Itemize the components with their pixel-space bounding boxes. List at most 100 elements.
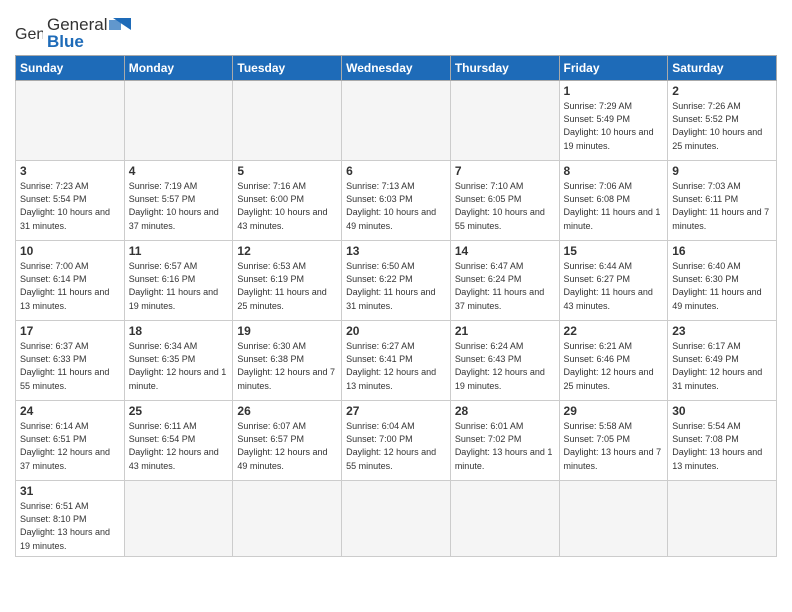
weekday-header-tuesday: Tuesday bbox=[233, 56, 342, 81]
day-info: Sunrise: 7:23 AM Sunset: 5:54 PM Dayligh… bbox=[20, 180, 120, 232]
day-info: Sunrise: 7:00 AM Sunset: 6:14 PM Dayligh… bbox=[20, 260, 120, 312]
day-number: 9 bbox=[672, 164, 772, 178]
calendar-cell: 2 Sunrise: 7:26 AM Sunset: 5:52 PM Daylig… bbox=[668, 81, 777, 161]
calendar-cell: 17 Sunrise: 6:37 AM Sunset: 6:33 PM Dayli… bbox=[16, 321, 125, 401]
calendar-week-row: 17 Sunrise: 6:37 AM Sunset: 6:33 PM Dayli… bbox=[16, 321, 777, 401]
day-info: Sunrise: 6:04 AM Sunset: 7:00 PM Dayligh… bbox=[346, 420, 446, 472]
day-number: 16 bbox=[672, 244, 772, 258]
calendar-cell: 22Sunrise: 6:21 AM Sunset: 6:46 PM Dayli… bbox=[559, 321, 668, 401]
day-number: 17 bbox=[20, 324, 120, 338]
calendar-table: SundayMondayTuesdayWednesdayThursdayFrid… bbox=[15, 55, 777, 556]
day-number: 18 bbox=[129, 324, 229, 338]
calendar-cell: 11 Sunrise: 6:57 AM Sunset: 6:16 PM Dayli… bbox=[124, 241, 233, 321]
day-info: Sunrise: 7:19 AM Sunset: 5:57 PM Dayligh… bbox=[129, 180, 229, 232]
day-info: Sunrise: 6:11 AM Sunset: 6:54 PM Dayligh… bbox=[129, 420, 229, 472]
day-info: Sunrise: 6:34 AM Sunset: 6:35 PM Dayligh… bbox=[129, 340, 229, 392]
calendar-cell bbox=[450, 81, 559, 161]
calendar-week-row: 24Sunrise: 6:14 AM Sunset: 6:51 PM Dayli… bbox=[16, 401, 777, 481]
day-number: 8 bbox=[564, 164, 664, 178]
day-info: Sunrise: 6:57 AM Sunset: 6:16 PM Dayligh… bbox=[129, 260, 229, 312]
calendar-cell: 28Sunrise: 6:01 AM Sunset: 7:02 PM Dayli… bbox=[450, 401, 559, 481]
logo: General General Blue bbox=[15, 16, 131, 51]
calendar-cell: 21Sunrise: 6:24 AM Sunset: 6:43 PM Dayli… bbox=[450, 321, 559, 401]
calendar-cell: 10 Sunrise: 7:00 AM Sunset: 6:14 PM Dayli… bbox=[16, 241, 125, 321]
calendar-cell bbox=[124, 81, 233, 161]
day-number: 21 bbox=[455, 324, 555, 338]
day-number: 10 bbox=[20, 244, 120, 258]
logo-icon: General bbox=[15, 23, 43, 45]
calendar-cell bbox=[450, 481, 559, 556]
day-number: 23 bbox=[672, 324, 772, 338]
day-info: Sunrise: 7:29 AM Sunset: 5:49 PM Dayligh… bbox=[564, 100, 664, 152]
weekday-header-monday: Monday bbox=[124, 56, 233, 81]
day-number: 4 bbox=[129, 164, 229, 178]
day-info: Sunrise: 6:07 AM Sunset: 6:57 PM Dayligh… bbox=[237, 420, 337, 472]
calendar-cell bbox=[16, 81, 125, 161]
calendar-cell: 23Sunrise: 6:17 AM Sunset: 6:49 PM Dayli… bbox=[668, 321, 777, 401]
calendar-cell: 1 Sunrise: 7:29 AM Sunset: 5:49 PM Daylig… bbox=[559, 81, 668, 161]
day-number: 11 bbox=[129, 244, 229, 258]
weekday-header-row: SundayMondayTuesdayWednesdayThursdayFrid… bbox=[16, 56, 777, 81]
calendar-cell bbox=[668, 481, 777, 556]
blue-triangle-icon bbox=[109, 16, 131, 34]
day-info: Sunrise: 7:16 AM Sunset: 6:00 PM Dayligh… bbox=[237, 180, 337, 232]
day-info: Sunrise: 6:44 AM Sunset: 6:27 PM Dayligh… bbox=[564, 260, 664, 312]
weekday-header-friday: Friday bbox=[559, 56, 668, 81]
day-number: 13 bbox=[346, 244, 446, 258]
day-number: 1 bbox=[564, 84, 664, 98]
day-number: 12 bbox=[237, 244, 337, 258]
calendar-cell: 29Sunrise: 5:58 AM Sunset: 7:05 PM Dayli… bbox=[559, 401, 668, 481]
day-info: Sunrise: 6:01 AM Sunset: 7:02 PM Dayligh… bbox=[455, 420, 555, 472]
day-number: 2 bbox=[672, 84, 772, 98]
weekday-header-sunday: Sunday bbox=[16, 56, 125, 81]
day-info: Sunrise: 6:40 AM Sunset: 6:30 PM Dayligh… bbox=[672, 260, 772, 312]
day-info: Sunrise: 6:27 AM Sunset: 6:41 PM Dayligh… bbox=[346, 340, 446, 392]
day-number: 5 bbox=[237, 164, 337, 178]
calendar-cell: 19Sunrise: 6:30 AM Sunset: 6:38 PM Dayli… bbox=[233, 321, 342, 401]
day-number: 27 bbox=[346, 404, 446, 418]
calendar-cell: 5 Sunrise: 7:16 AM Sunset: 6:00 PM Daylig… bbox=[233, 161, 342, 241]
day-number: 6 bbox=[346, 164, 446, 178]
calendar-week-row: 31Sunrise: 6:51 AM Sunset: 8:10 PM Dayli… bbox=[16, 481, 777, 556]
calendar-cell: 26 Sunrise: 6:07 AM Sunset: 6:57 PM Dayli… bbox=[233, 401, 342, 481]
day-info: Sunrise: 7:03 AM Sunset: 6:11 PM Dayligh… bbox=[672, 180, 772, 232]
calendar-cell: 16 Sunrise: 6:40 AM Sunset: 6:30 PM Dayli… bbox=[668, 241, 777, 321]
day-number: 29 bbox=[564, 404, 664, 418]
svg-text:General: General bbox=[15, 26, 43, 43]
calendar-cell bbox=[233, 81, 342, 161]
day-info: Sunrise: 6:50 AM Sunset: 6:22 PM Dayligh… bbox=[346, 260, 446, 312]
day-number: 30 bbox=[672, 404, 772, 418]
day-number: 25 bbox=[129, 404, 229, 418]
day-number: 24 bbox=[20, 404, 120, 418]
day-number: 7 bbox=[455, 164, 555, 178]
day-info: Sunrise: 5:54 AM Sunset: 7:08 PM Dayligh… bbox=[672, 420, 772, 472]
calendar-cell: 30 Sunrise: 5:54 AM Sunset: 7:08 PM Dayli… bbox=[668, 401, 777, 481]
calendar-cell: 7Sunrise: 7:10 AM Sunset: 6:05 PM Daylig… bbox=[450, 161, 559, 241]
calendar-cell: 6 Sunrise: 7:13 AM Sunset: 6:03 PM Daylig… bbox=[342, 161, 451, 241]
calendar-cell: 14Sunrise: 6:47 AM Sunset: 6:24 PM Dayli… bbox=[450, 241, 559, 321]
weekday-header-saturday: Saturday bbox=[668, 56, 777, 81]
calendar-cell bbox=[342, 81, 451, 161]
day-number: 26 bbox=[237, 404, 337, 418]
day-info: Sunrise: 6:21 AM Sunset: 6:46 PM Dayligh… bbox=[564, 340, 664, 392]
day-number: 31 bbox=[20, 484, 120, 498]
day-info: Sunrise: 7:26 AM Sunset: 5:52 PM Dayligh… bbox=[672, 100, 772, 152]
header: General General Blue bbox=[15, 10, 777, 51]
calendar-week-row: 1 Sunrise: 7:29 AM Sunset: 5:49 PM Daylig… bbox=[16, 81, 777, 161]
day-number: 3 bbox=[20, 164, 120, 178]
calendar-cell: 4 Sunrise: 7:19 AM Sunset: 5:57 PM Daylig… bbox=[124, 161, 233, 241]
weekday-header-thursday: Thursday bbox=[450, 56, 559, 81]
day-info: Sunrise: 7:13 AM Sunset: 6:03 PM Dayligh… bbox=[346, 180, 446, 232]
calendar-cell: 3 Sunrise: 7:23 AM Sunset: 5:54 PM Daylig… bbox=[16, 161, 125, 241]
day-info: Sunrise: 6:47 AM Sunset: 6:24 PM Dayligh… bbox=[455, 260, 555, 312]
day-info: Sunrise: 6:37 AM Sunset: 6:33 PM Dayligh… bbox=[20, 340, 120, 392]
calendar-cell: 12Sunrise: 6:53 AM Sunset: 6:19 PM Dayli… bbox=[233, 241, 342, 321]
calendar-week-row: 3 Sunrise: 7:23 AM Sunset: 5:54 PM Daylig… bbox=[16, 161, 777, 241]
calendar-cell bbox=[559, 481, 668, 556]
calendar-cell: 15Sunrise: 6:44 AM Sunset: 6:27 PM Dayli… bbox=[559, 241, 668, 321]
weekday-header-wednesday: Wednesday bbox=[342, 56, 451, 81]
calendar-cell: 31Sunrise: 6:51 AM Sunset: 8:10 PM Dayli… bbox=[16, 481, 125, 556]
day-number: 20 bbox=[346, 324, 446, 338]
day-info: Sunrise: 6:30 AM Sunset: 6:38 PM Dayligh… bbox=[237, 340, 337, 392]
calendar-cell bbox=[233, 481, 342, 556]
